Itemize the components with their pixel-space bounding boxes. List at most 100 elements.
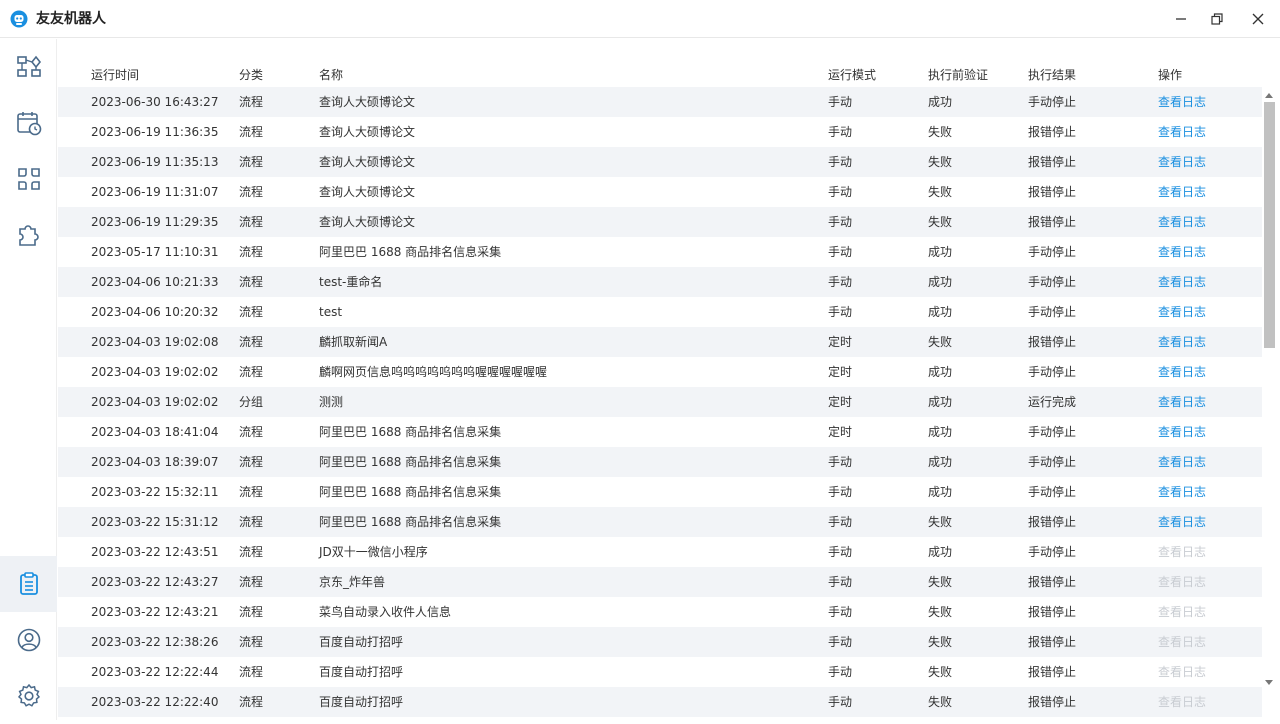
cell-result: 报错停止 bbox=[1028, 125, 1077, 139]
cell-run-time: 2023-04-03 18:41:04 bbox=[91, 425, 219, 439]
cell-category: 流程 bbox=[239, 125, 264, 139]
cell-run-mode: 手动 bbox=[828, 485, 853, 499]
cell-category: 流程 bbox=[239, 455, 264, 469]
vertical-scrollbar[interactable] bbox=[1262, 88, 1276, 720]
view-log-link[interactable]: 查看日志 bbox=[1158, 154, 1206, 170]
title-bar: 友友机器人 bbox=[0, 0, 1280, 38]
cell-run-mode: 手动 bbox=[828, 275, 853, 289]
cell-category: 流程 bbox=[239, 665, 264, 679]
view-log-link[interactable]: 查看日志 bbox=[1158, 214, 1206, 230]
table-row[interactable]: 2023-04-03 18:41:04 流程 阿里巴巴 1688 商品排名信息采集 定… bbox=[58, 417, 1262, 447]
cell-category: 流程 bbox=[239, 695, 264, 709]
header-run-time[interactable]: 运行时间 bbox=[91, 67, 139, 83]
cell-result: 手动停止 bbox=[1028, 245, 1077, 259]
sidebar-item-settings[interactable] bbox=[0, 668, 57, 724]
table-row[interactable]: 2023-04-03 18:39:07 流程 阿里巴巴 1688 商品排名信息采集 手… bbox=[58, 447, 1262, 477]
cell-name: 测测 bbox=[319, 395, 344, 409]
cell-name: 阿里巴巴 1688 商品排名信息采集 bbox=[319, 455, 502, 469]
cell-name: 查询人大硕博论文 bbox=[319, 215, 416, 229]
sidebar-item-profile[interactable] bbox=[0, 612, 57, 668]
cell-pre-verify: 成功 bbox=[928, 425, 953, 439]
scroll-up-arrow-icon[interactable] bbox=[1265, 93, 1273, 98]
scroll-thumb[interactable] bbox=[1264, 102, 1275, 348]
cell-name: 百度自动打招呼 bbox=[319, 635, 404, 649]
table-row[interactable]: 2023-03-22 12:43:51 流程 JD双十一微信小程序 手动 成功 手动停止 查… bbox=[58, 537, 1262, 567]
cell-pre-verify: 成功 bbox=[928, 305, 953, 319]
header-pre-verify[interactable]: 执行前验证 bbox=[928, 67, 988, 83]
table-row[interactable]: 2023-04-03 19:02:08 流程 麟抓取新闻A 定时 失败 报错停止 查看日志 bbox=[58, 327, 1262, 357]
header-result[interactable]: 执行结果 bbox=[1028, 67, 1076, 83]
cell-run-mode: 定时 bbox=[828, 425, 853, 439]
cell-run-time: 2023-04-03 19:02:02 bbox=[91, 395, 219, 409]
cell-name: 阿里巴巴 1688 商品排名信息采集 bbox=[319, 425, 502, 439]
view-log-link[interactable]: 查看日志 bbox=[1158, 364, 1206, 380]
cell-category: 流程 bbox=[239, 515, 264, 529]
cell-run-mode: 手动 bbox=[828, 605, 853, 619]
cell-name: test-重命名 bbox=[319, 275, 383, 289]
view-log-link[interactable]: 查看日志 bbox=[1158, 454, 1206, 470]
cell-result: 手动停止 bbox=[1028, 455, 1077, 469]
view-log-link[interactable]: 查看日志 bbox=[1158, 184, 1206, 200]
view-log-link[interactable]: 查看日志 bbox=[1158, 484, 1206, 500]
settings-gear-icon bbox=[17, 683, 40, 707]
table-row[interactable]: 2023-05-17 11:10:31 流程 阿里巴巴 1688 商品排名信息采集 手… bbox=[58, 237, 1262, 267]
table-row[interactable]: 2023-06-19 11:29:35 流程 查询人大硕博论文 手动 失败 报错停止 查看日… bbox=[58, 207, 1262, 237]
header-name[interactable]: 名称 bbox=[319, 67, 343, 83]
view-log-link[interactable]: 查看日志 bbox=[1158, 124, 1206, 140]
cell-pre-verify: 失败 bbox=[928, 185, 953, 199]
minimize-button[interactable] bbox=[1166, 6, 1196, 32]
cell-result: 报错停止 bbox=[1028, 155, 1077, 169]
table-row[interactable]: 2023-03-22 15:31:12 流程 阿里巴巴 1688 商品排名信息采集 手… bbox=[58, 507, 1262, 537]
cell-result: 报错停止 bbox=[1028, 575, 1077, 589]
cell-run-time: 2023-03-22 12:22:40 bbox=[91, 695, 219, 709]
cell-category: 流程 bbox=[239, 275, 264, 289]
cell-run-mode: 手动 bbox=[828, 215, 853, 229]
header-run-mode[interactable]: 运行模式 bbox=[828, 67, 876, 83]
cell-pre-verify: 成功 bbox=[928, 365, 953, 379]
cell-run-time: 2023-06-30 16:43:27 bbox=[91, 95, 219, 109]
table-row[interactable]: 2023-04-06 10:20:32 流程 test 手动 成功 手动停止 查看日志 bbox=[58, 297, 1262, 327]
cell-run-time: 2023-03-22 12:38:26 bbox=[91, 635, 219, 649]
view-log-link[interactable]: 查看日志 bbox=[1158, 394, 1206, 410]
sidebar-item-apps[interactable] bbox=[0, 151, 57, 207]
view-log-link[interactable]: 查看日志 bbox=[1158, 274, 1206, 290]
cell-category: 流程 bbox=[239, 575, 264, 589]
restore-icon bbox=[1211, 13, 1223, 25]
sidebar-item-logs[interactable] bbox=[0, 556, 57, 612]
cell-name: 阿里巴巴 1688 商品排名信息采集 bbox=[319, 245, 502, 259]
table-row[interactable]: 2023-03-22 12:38:26 流程 百度自动打招呼 手动 失败 报错停止 查看日志 bbox=[58, 627, 1262, 657]
cell-run-mode: 手动 bbox=[828, 455, 853, 469]
table-row[interactable]: 2023-03-22 12:43:21 流程 菜鸟自动录入收件人信息 手动 失败 报错停止… bbox=[58, 597, 1262, 627]
view-log-link[interactable]: 查看日志 bbox=[1158, 424, 1206, 440]
cell-name: 查询人大硕博论文 bbox=[319, 185, 416, 199]
cell-run-mode: 手动 bbox=[828, 635, 853, 649]
cell-pre-verify: 成功 bbox=[928, 245, 953, 259]
scroll-down-arrow-icon[interactable] bbox=[1265, 680, 1273, 685]
table-row[interactable]: 2023-06-30 16:43:27 流程 查询人大硕博论文 手动 成功 手动停止 查看日… bbox=[58, 87, 1262, 117]
cell-result: 手动停止 bbox=[1028, 305, 1077, 319]
sidebar-item-plugins[interactable] bbox=[0, 207, 57, 263]
restore-button[interactable] bbox=[1202, 6, 1232, 32]
table-row[interactable]: 2023-04-03 19:02:02 分组 测测 定时 成功 运行完成 查看日志 bbox=[58, 387, 1262, 417]
view-log-link[interactable]: 查看日志 bbox=[1158, 244, 1206, 260]
header-category[interactable]: 分类 bbox=[239, 67, 263, 83]
table-row[interactable]: 2023-03-22 12:22:44 流程 百度自动打招呼 手动 失败 报错停止 查看日志 bbox=[58, 657, 1262, 687]
table-row[interactable]: 2023-06-19 11:31:07 流程 查询人大硕博论文 手动 失败 报错停止 查看日… bbox=[58, 177, 1262, 207]
table-row[interactable]: 2023-04-06 10:21:33 流程 test-重命名 手动 成功 手动停止 查看日… bbox=[58, 267, 1262, 297]
table-row[interactable]: 2023-06-19 11:35:13 流程 查询人大硕博论文 手动 失败 报错停止 查看日… bbox=[58, 147, 1262, 177]
sidebar-item-schedule[interactable] bbox=[0, 95, 57, 151]
table-row[interactable]: 2023-03-22 15:32:11 流程 阿里巴巴 1688 商品排名信息采集 手… bbox=[58, 477, 1262, 507]
view-log-link[interactable]: 查看日志 bbox=[1158, 334, 1206, 350]
table-row[interactable]: 2023-06-19 11:36:35 流程 查询人大硕博论文 手动 失败 报错停止 查看日… bbox=[58, 117, 1262, 147]
view-log-link[interactable]: 查看日志 bbox=[1158, 514, 1206, 530]
app-title: 友友机器人 bbox=[36, 11, 106, 27]
sidebar-item-flows[interactable] bbox=[0, 39, 57, 95]
close-button[interactable] bbox=[1243, 6, 1273, 32]
cell-run-time: 2023-03-22 12:43:27 bbox=[91, 575, 219, 589]
table-row[interactable]: 2023-04-03 19:02:02 流程 麟啊网页信息呜呜呜呜呜呜呜喔喔喔喔喔喔… bbox=[58, 357, 1262, 387]
table-row[interactable]: 2023-03-22 12:43:27 流程 京东_炸年兽 手动 失败 报错停止 查看日志 bbox=[58, 567, 1262, 597]
cell-category: 流程 bbox=[239, 95, 264, 109]
table-row[interactable]: 2023-03-22 12:22:40 流程 百度自动打招呼 手动 失败 报错停止 查看日志 bbox=[58, 687, 1262, 717]
view-log-link[interactable]: 查看日志 bbox=[1158, 304, 1206, 320]
view-log-link[interactable]: 查看日志 bbox=[1158, 94, 1206, 110]
